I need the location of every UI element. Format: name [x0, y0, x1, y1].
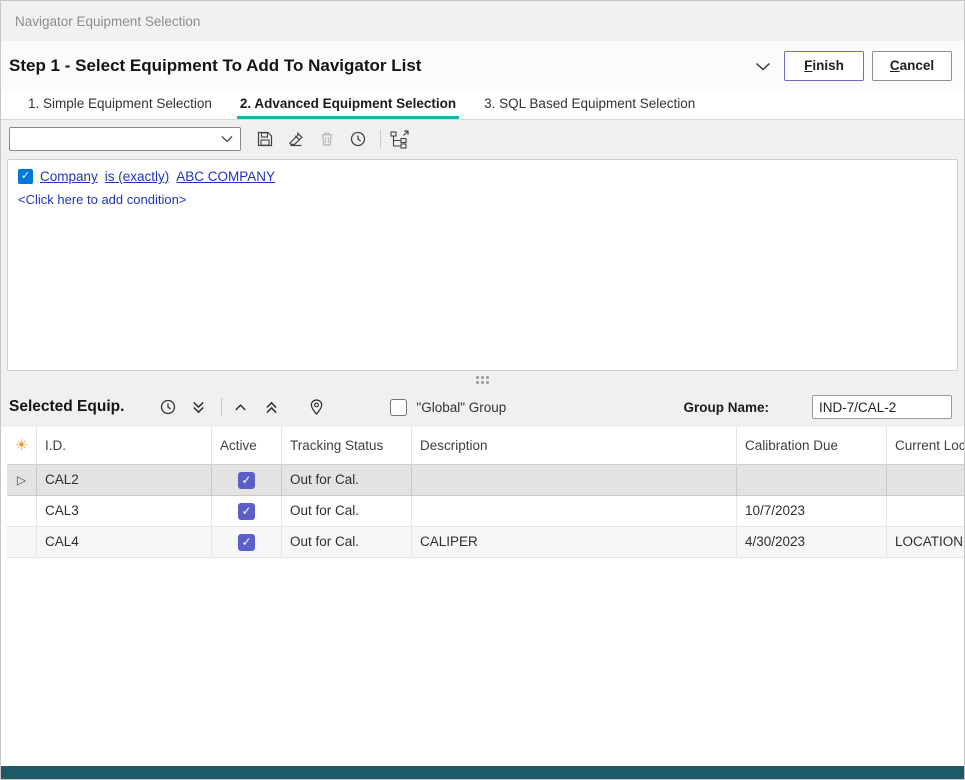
- add-condition-link[interactable]: <Click here to add condition>: [18, 192, 947, 207]
- navigator-equipment-selection-window: Navigator Equipment Selection Step 1 - S…: [0, 0, 965, 780]
- condition-operator-link[interactable]: is (exactly): [105, 169, 170, 184]
- cell-id[interactable]: CAL4: [37, 527, 212, 558]
- row-selector-cell[interactable]: [7, 527, 37, 558]
- clock-icon: [349, 130, 367, 148]
- delete-filter-button[interactable]: [313, 126, 340, 153]
- hierarchy-arrow-icon: [389, 129, 411, 149]
- cell-current-location[interactable]: [887, 465, 964, 496]
- splitter-grip-icon: [476, 376, 489, 384]
- global-group-checkbox[interactable]: [390, 399, 407, 416]
- finish-button[interactable]: Finish: [784, 51, 864, 81]
- condition-checkbox[interactable]: [18, 169, 33, 184]
- tab-simple-equipment-selection[interactable]: 1. Simple Equipment Selection: [25, 91, 215, 119]
- step-title: Step 1 - Select Equipment To Add To Navi…: [9, 56, 421, 76]
- collapse-chevron-icon[interactable]: [750, 53, 776, 79]
- table-row[interactable]: CAL3 Out for Cal. 10/7/2023: [7, 496, 964, 527]
- location-button[interactable]: [303, 394, 330, 421]
- column-header-id[interactable]: I.D.: [37, 427, 212, 465]
- condition-value-link[interactable]: ABC COMPANY: [176, 169, 275, 184]
- tab-advanced-equipment-selection[interactable]: 2. Advanced Equipment Selection: [237, 91, 459, 119]
- controls-separator: [221, 398, 222, 416]
- table-row[interactable]: ▷ CAL2 Out for Cal.: [7, 465, 964, 496]
- eraser-icon: [287, 130, 305, 148]
- condition-builder-panel: Company is (exactly) ABC COMPANY <Click …: [7, 159, 958, 371]
- current-row-indicator-icon: ▷: [17, 465, 26, 495]
- column-header-tracking-status[interactable]: Tracking Status: [282, 427, 412, 465]
- cell-tracking-status[interactable]: Out for Cal.: [282, 465, 412, 496]
- history-button[interactable]: [154, 394, 181, 421]
- filter-history-button[interactable]: [344, 126, 371, 153]
- move-top-button[interactable]: [258, 394, 285, 421]
- group-name-input[interactable]: [812, 395, 952, 419]
- cell-calibration-due[interactable]: [737, 465, 887, 496]
- active-checkbox[interactable]: [238, 472, 255, 489]
- selected-equipment-table-area: ☀ I.D. Active Tracking Status Descriptio…: [1, 427, 964, 766]
- chevron-up-icon: [233, 400, 248, 415]
- window-titlebar: Navigator Equipment Selection: [1, 1, 964, 41]
- move-bottom-button[interactable]: [185, 394, 212, 421]
- window-title: Navigator Equipment Selection: [15, 14, 200, 29]
- active-checkbox[interactable]: [238, 503, 255, 520]
- cell-description[interactable]: [412, 496, 737, 527]
- selected-equipment-controls: Selected Equip.: [1, 389, 964, 425]
- clear-filter-button[interactable]: [282, 126, 309, 153]
- filter-toolbar: [1, 121, 964, 157]
- selection-tabs: 1. Simple Equipment Selection 2. Advance…: [1, 91, 964, 120]
- wizard-header: Step 1 - Select Equipment To Add To Navi…: [1, 41, 964, 91]
- table-header-row: ☀ I.D. Active Tracking Status Descriptio…: [7, 427, 964, 465]
- save-icon: [256, 130, 274, 148]
- cell-calibration-due[interactable]: 4/30/2023: [737, 527, 887, 558]
- cancel-button[interactable]: Cancel: [872, 51, 952, 81]
- header-indicator-cell[interactable]: ☀: [7, 427, 37, 465]
- cell-description[interactable]: [412, 465, 737, 496]
- cell-current-location[interactable]: [887, 496, 964, 527]
- column-header-current-location[interactable]: Current Location: [887, 427, 964, 465]
- chevron-down-icon: [221, 135, 233, 143]
- hierarchy-export-button[interactable]: [386, 126, 413, 153]
- cell-id[interactable]: CAL2: [37, 465, 212, 496]
- column-header-description[interactable]: Description: [412, 427, 737, 465]
- panel-splitter[interactable]: [1, 373, 964, 387]
- global-group-label: "Global" Group: [416, 400, 506, 415]
- column-header-calibration-due[interactable]: Calibration Due: [737, 427, 887, 465]
- status-bar: [1, 766, 964, 779]
- row-selector-cell[interactable]: ▷: [7, 465, 37, 496]
- table-row[interactable]: CAL4 Out for Cal. CALIPER 4/30/2023 LOCA…: [7, 527, 964, 558]
- clock-icon: [159, 398, 177, 416]
- selected-equip-title: Selected Equip.: [9, 398, 124, 416]
- trash-icon: [318, 130, 336, 148]
- group-name-label: Group Name:: [683, 400, 769, 415]
- global-group-field: "Global" Group: [390, 399, 506, 416]
- column-header-active[interactable]: Active: [212, 427, 282, 465]
- location-pin-icon: [309, 398, 324, 416]
- tab-sql-based-equipment-selection[interactable]: 3. SQL Based Equipment Selection: [481, 91, 698, 119]
- saved-filter-dropdown[interactable]: [9, 127, 241, 151]
- cell-active: [212, 465, 282, 496]
- move-up-button[interactable]: [227, 394, 254, 421]
- cell-active: [212, 527, 282, 558]
- toolbar-separator: [380, 130, 381, 148]
- condition-field-link[interactable]: Company: [40, 169, 98, 184]
- cell-calibration-due[interactable]: 10/7/2023: [737, 496, 887, 527]
- sun-icon: ☀: [15, 427, 28, 465]
- active-checkbox[interactable]: [238, 534, 255, 551]
- cell-tracking-status[interactable]: Out for Cal.: [282, 496, 412, 527]
- save-filter-button[interactable]: [251, 126, 278, 153]
- condition-row: Company is (exactly) ABC COMPANY: [18, 169, 947, 184]
- cell-id[interactable]: CAL3: [37, 496, 212, 527]
- double-chevron-down-icon: [191, 400, 206, 415]
- double-chevron-up-icon: [264, 400, 279, 415]
- cell-tracking-status[interactable]: Out for Cal.: [282, 527, 412, 558]
- cell-description[interactable]: CALIPER: [412, 527, 737, 558]
- cell-active: [212, 496, 282, 527]
- selected-equipment-table: ☀ I.D. Active Tracking Status Descriptio…: [7, 427, 964, 558]
- row-selector-cell[interactable]: [7, 496, 37, 527]
- cell-current-location[interactable]: LOCATION: [887, 527, 964, 558]
